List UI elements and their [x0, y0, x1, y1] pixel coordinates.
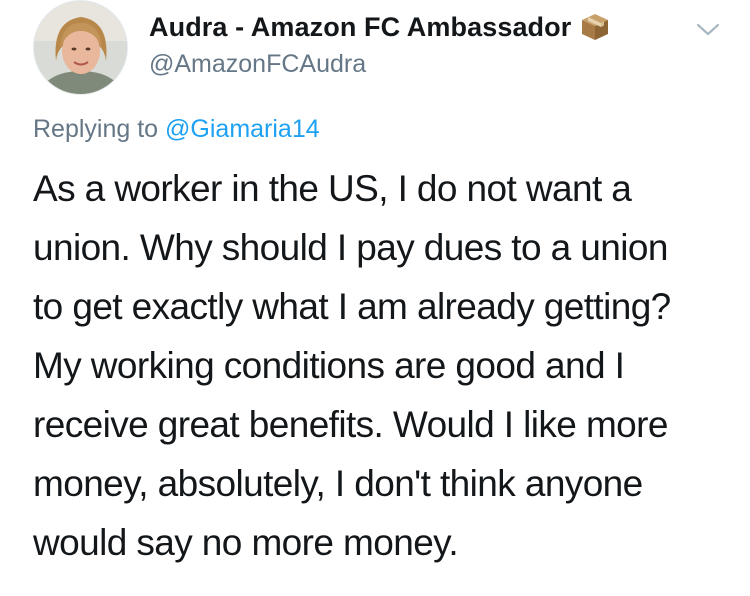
tweet-text-line: would say no more money.: [33, 522, 459, 563]
tweet-card: Audra - Amazon FC Ambassador @AmazonFCAu…: [0, 0, 750, 596]
author-name-row[interactable]: Audra - Amazon FC Ambassador: [149, 10, 611, 44]
reply-target-link[interactable]: @Giamaria14: [165, 115, 320, 143]
tweet-text: As a worker in the US, I do not want a u…: [33, 159, 733, 572]
author-handle[interactable]: @AmazonFCAudra: [149, 50, 366, 79]
avatar[interactable]: [33, 0, 128, 95]
author-display-name[interactable]: Audra - Amazon FC Ambassador: [149, 12, 571, 43]
tweet-text-line: to get exactly what I am already getting…: [33, 286, 671, 327]
tweet-text-line: union. Why should I pay dues to a union: [33, 227, 668, 268]
tweet-text-line: money, absolutely, I don't think anyone: [33, 463, 643, 504]
tweet-text-line: As a worker in the US, I do not want a: [33, 168, 632, 209]
tweet-text-line: receive great benefits. Would I like mor…: [33, 404, 668, 445]
package-box-icon: [579, 11, 611, 43]
replying-to-label: Replying to: [33, 115, 166, 143]
replying-to-line: Replying to @Giamaria14: [33, 115, 320, 144]
chevron-down-icon[interactable]: [695, 20, 721, 40]
tweet-text-line: My working conditions are good and I: [33, 345, 625, 386]
